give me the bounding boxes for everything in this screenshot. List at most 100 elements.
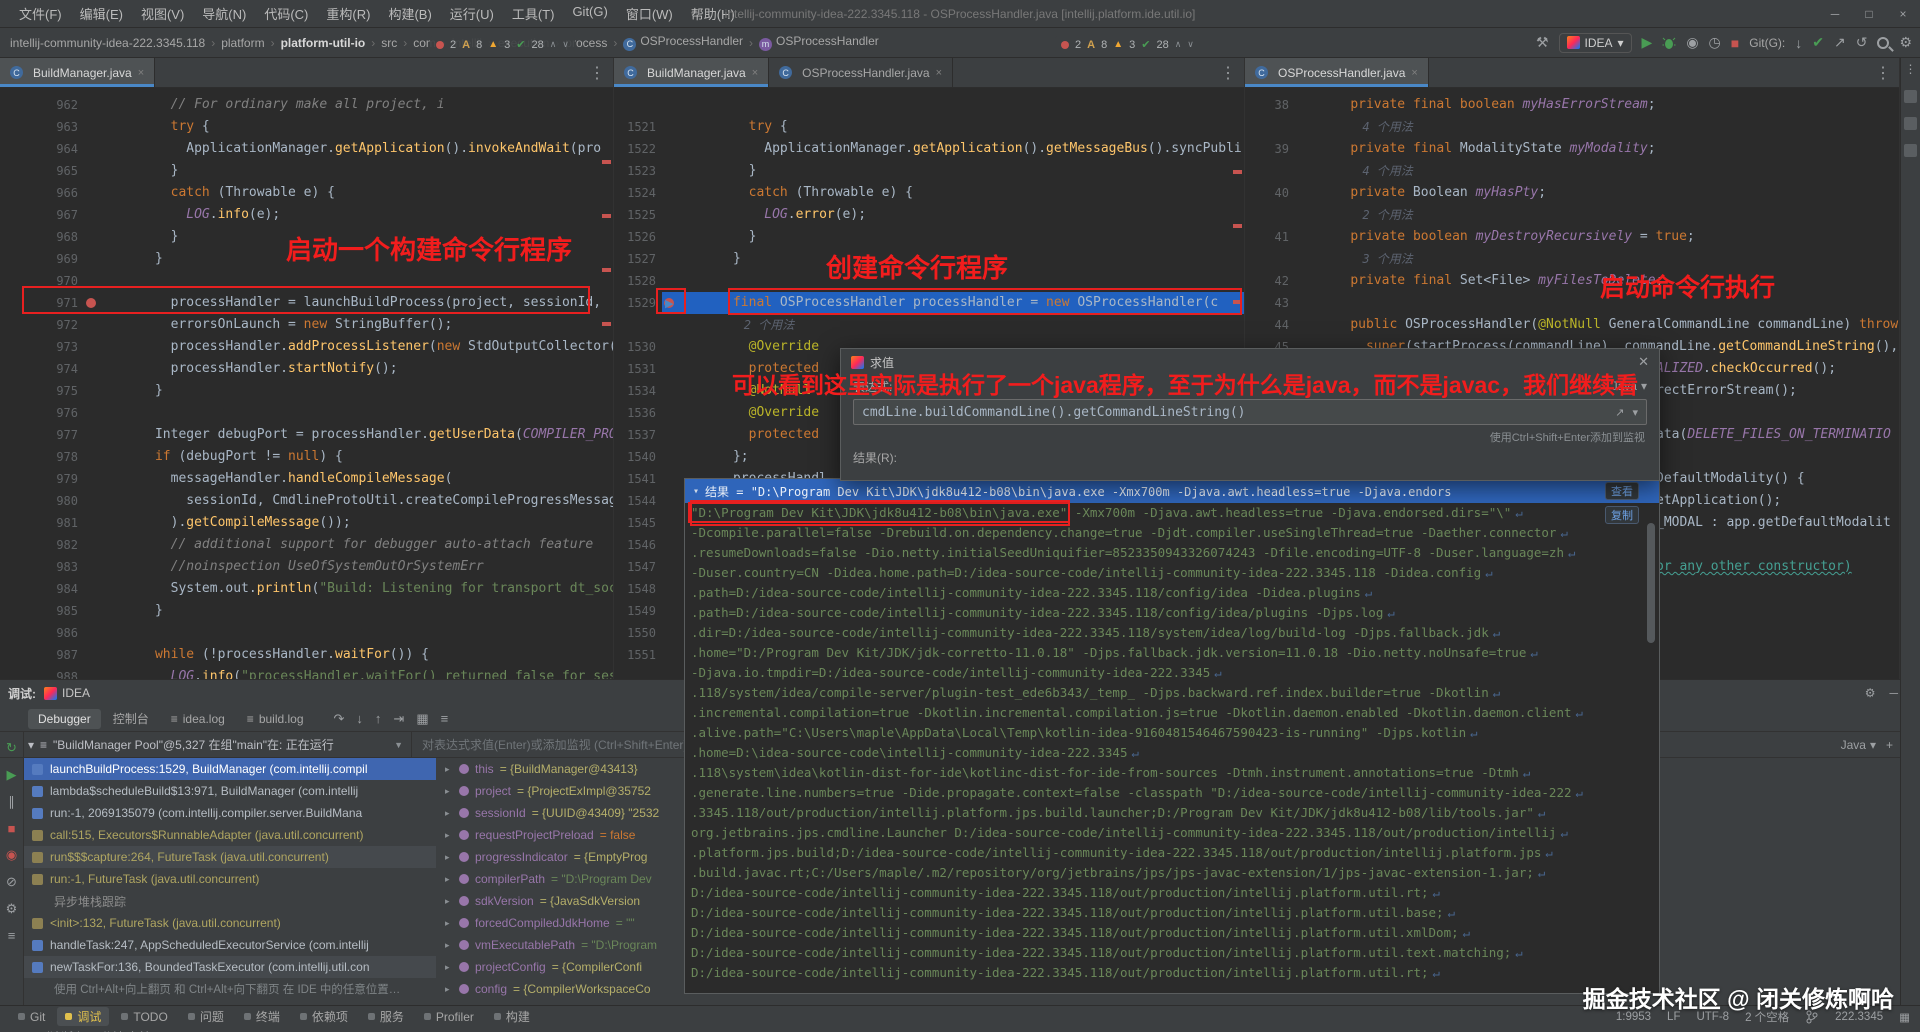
- tool-window-button[interactable]: 依赖项: [292, 1007, 356, 1026]
- view-breakpoints-icon[interactable]: ◉: [6, 847, 17, 863]
- notifications-icon[interactable]: [1904, 90, 1917, 103]
- menu-item[interactable]: 工具(T): [503, 1, 564, 26]
- expander-icon[interactable]: ▸: [445, 940, 453, 951]
- tool-window-button[interactable]: 构建: [486, 1007, 538, 1026]
- breadcrumb-item[interactable]: intellij-community-idea-222.3345.118: [8, 36, 207, 50]
- tool-window-button[interactable]: Git: [10, 1007, 53, 1026]
- git-push-icon[interactable]: ↗: [1834, 34, 1846, 51]
- pause-icon[interactable]: ∥: [8, 794, 15, 810]
- menu-item[interactable]: 帮助(H): [682, 1, 744, 26]
- menu-item[interactable]: 运行(U): [441, 1, 503, 26]
- minimize-icon[interactable]: ─: [1818, 0, 1852, 28]
- tab-close-icon[interactable]: ×: [752, 67, 758, 79]
- expression-input[interactable]: cmdLine.buildCommandLine().getCommandLin…: [853, 399, 1647, 425]
- view-link[interactable]: 查看: [1605, 482, 1639, 500]
- add-watch-icon[interactable]: +: [1886, 738, 1893, 752]
- stack-frame[interactable]: handleTask:247, AppScheduledExecutorServ…: [24, 934, 436, 956]
- expander-icon[interactable]: ▸: [445, 962, 453, 973]
- debug-tab[interactable]: 控制台: [103, 707, 159, 730]
- inspection-widget[interactable]: 2 A8 ▲3 ✔28 ∧ ∨: [1055, 36, 1200, 53]
- prev-issue-icon[interactable]: ∧: [1175, 39, 1182, 50]
- git-update-icon[interactable]: ↓: [1795, 35, 1802, 51]
- coverage-icon[interactable]: ◉: [1686, 34, 1698, 51]
- rerun-icon[interactable]: ↻: [6, 740, 17, 756]
- code-area-left[interactable]: 962 // For ordinary make all project, i9…: [0, 88, 613, 679]
- maven-icon[interactable]: [1904, 144, 1917, 157]
- gradle-icon[interactable]: [1904, 117, 1917, 130]
- tool-window-settings-gear-icon[interactable]: ⚙: [1865, 686, 1876, 700]
- step-over-icon[interactable]: ↷: [334, 711, 345, 727]
- step-into-icon[interactable]: ↓: [356, 711, 363, 727]
- tab-options-kebab-icon[interactable]: ⋮: [1212, 58, 1244, 87]
- git-commit-icon[interactable]: ✔: [1812, 34, 1824, 51]
- expander-icon[interactable]: ▸: [445, 830, 453, 841]
- tab-close-icon[interactable]: ×: [1411, 67, 1417, 79]
- layout-menu-icon[interactable]: ≡: [441, 711, 449, 727]
- next-issue-icon[interactable]: ∨: [1187, 39, 1194, 50]
- watch-language-selector[interactable]: Java▾: [1841, 738, 1876, 752]
- expander-icon[interactable]: ▸: [445, 764, 453, 775]
- result-tree-node[interactable]: ▾ 结果 = "D:\Program Dev Kit\JDK\jdk8u412-…: [685, 479, 1659, 503]
- tool-window-button[interactable]: TODO: [113, 1007, 175, 1026]
- layout-grid-icon[interactable]: ▦: [416, 711, 428, 727]
- debug-tab[interactable]: Debugger: [28, 709, 101, 729]
- stack-frame[interactable]: <init>:132, FutureTask (java.util.concur…: [24, 912, 436, 934]
- git-rollback-icon[interactable]: ↺: [1856, 34, 1868, 51]
- breadcrumb-item[interactable]: COSProcessHandler: [621, 34, 745, 51]
- settings-gear-icon[interactable]: ⚙: [1899, 34, 1912, 51]
- tool-window-button[interactable]: 终端: [236, 1007, 288, 1026]
- menu-item[interactable]: 构建(B): [379, 1, 440, 26]
- maximize-icon[interactable]: □: [1852, 0, 1886, 28]
- tab-options-kebab-icon[interactable]: ⋮: [1867, 58, 1899, 87]
- menu-item[interactable]: 导航(N): [193, 1, 255, 26]
- build-hammer-icon[interactable]: ⚒: [1536, 34, 1549, 51]
- stack-frame[interactable]: launchBuildProcess:1529, BuildManager (c…: [24, 758, 436, 780]
- breakpoint-icon[interactable]: ▶: [662, 292, 678, 314]
- expander-icon[interactable]: ▸: [445, 852, 453, 863]
- tool-window-hide-icon[interactable]: ─: [1889, 686, 1898, 700]
- menu-item[interactable]: 重构(R): [317, 1, 379, 26]
- stack-frame[interactable]: run$$$capture:264, FutureTask (java.util…: [24, 846, 436, 868]
- expander-icon[interactable]: ▸: [445, 918, 453, 929]
- thread-selector[interactable]: ▾ ≡ "BuildManager Pool"@5,327 在组"main"在:…: [0, 732, 412, 757]
- restore-layout-icon[interactable]: ≡: [8, 928, 16, 943]
- breadcrumb-item[interactable]: platform-util-io: [279, 36, 368, 50]
- prev-issue-icon[interactable]: ∧: [550, 39, 557, 50]
- run-config-selector[interactable]: IDEA ▾: [1559, 33, 1632, 53]
- editor-tab[interactable]: COSProcessHandler.java×: [1245, 58, 1429, 87]
- dialog-close-icon[interactable]: ✕: [1638, 354, 1649, 370]
- tab-close-icon[interactable]: ×: [936, 67, 942, 79]
- run-to-cursor-icon[interactable]: ⇥: [393, 711, 404, 727]
- stack-frame[interactable]: run:-1, 2069135079 (com.intellij.compile…: [24, 802, 436, 824]
- expander-icon[interactable]: ▸: [445, 896, 453, 907]
- editor-tab[interactable]: CBuildManager.java×: [614, 58, 769, 87]
- tool-window-button[interactable]: Profiler: [416, 1007, 482, 1026]
- next-issue-icon[interactable]: ∨: [562, 39, 569, 50]
- expand-icon[interactable]: ↗: [1615, 406, 1624, 419]
- copy-link[interactable]: 复制: [1605, 506, 1639, 524]
- breadcrumb-item[interactable]: mOSProcessHandler: [757, 34, 881, 51]
- expander-icon[interactable]: ▸: [445, 786, 453, 797]
- search-icon[interactable]: [1877, 37, 1889, 49]
- stop-icon[interactable]: ■: [8, 821, 16, 836]
- inspection-widget[interactable]: 2 A8 ▲3 ✔28 ∧ ∨: [430, 36, 575, 53]
- breadcrumb-item[interactable]: src: [379, 36, 399, 50]
- settings-icon[interactable]: ⚙: [6, 901, 18, 917]
- frames-list[interactable]: launchBuildProcess:1529, BuildManager (c…: [24, 758, 436, 1005]
- tab-close-icon[interactable]: ×: [138, 67, 144, 79]
- result-scrollbar[interactable]: [1647, 523, 1655, 643]
- menu-item[interactable]: Git(G): [563, 1, 616, 26]
- tool-window-button[interactable]: 问题: [180, 1007, 232, 1026]
- menu-item[interactable]: 文件(F): [10, 1, 71, 26]
- debug-bug-icon[interactable]: [1662, 36, 1676, 50]
- editor-tab[interactable]: CBuildManager.java×: [0, 58, 155, 87]
- profiler-icon[interactable]: ◷: [1709, 34, 1721, 51]
- stack-frame[interactable]: run:-1, FutureTask (java.util.concurrent…: [24, 868, 436, 890]
- expander-icon[interactable]: ▸: [445, 808, 453, 819]
- menu-item[interactable]: 代码(C): [255, 1, 317, 26]
- tool-window-button[interactable]: 调试: [57, 1007, 109, 1026]
- mute-breakpoints-icon[interactable]: ⊘: [6, 874, 17, 890]
- close-icon[interactable]: ×: [1886, 0, 1920, 28]
- editor-options-kebab-icon[interactable]: ⋮: [1905, 62, 1917, 76]
- tool-window-button[interactable]: 服务: [360, 1007, 412, 1026]
